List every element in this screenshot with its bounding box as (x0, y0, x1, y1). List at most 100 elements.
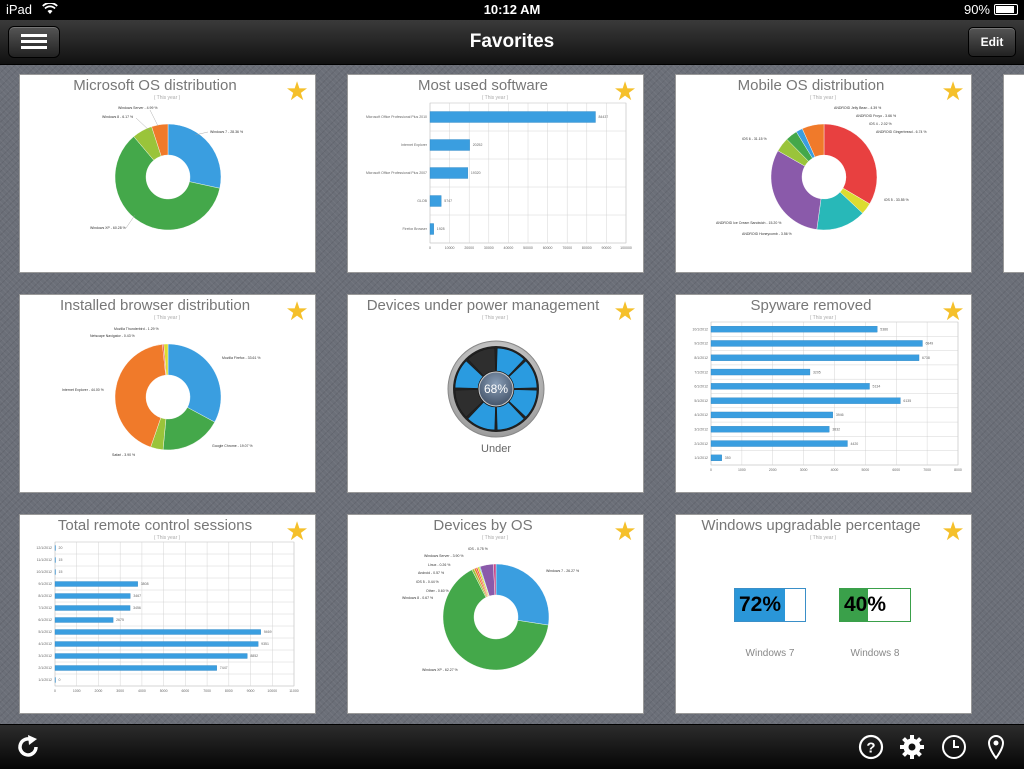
bar (54, 617, 114, 623)
category-label: 10/1/2012 (692, 327, 708, 331)
bar (710, 454, 722, 462)
refresh-icon[interactable] (14, 733, 42, 761)
bar (710, 440, 848, 447)
x-tick-label: 1000 (73, 689, 81, 693)
bar-value-label: 350 (725, 456, 731, 460)
card-most-used-software[interactable]: Most used software ( This year ) ★ 0 1000… (347, 74, 644, 273)
category-label: 5/1/2012 (38, 630, 52, 634)
card-microsoft-os[interactable]: Microsoft OS distribution ( This year ) … (19, 74, 316, 273)
bar-value-label: 20 (59, 546, 63, 550)
bar-value-label: 6135 (903, 399, 911, 403)
status-bar: iPad 10:12 AM 90% (0, 0, 1024, 20)
donut-slice (167, 343, 222, 423)
location-pin-icon[interactable] (982, 733, 1010, 761)
x-tick-label: 70000 (562, 246, 572, 250)
donut-label: Windows Server - 3.90 % (424, 554, 464, 558)
bar (710, 368, 811, 376)
bar-chart: 0 1000 2000 3000 4000 5000 6000 7000 8000 9000 100… (36, 541, 299, 693)
x-tick-label: 3000 (800, 468, 808, 472)
donut-label: ANDROID Jelly Bean - 4.39 % (834, 106, 881, 110)
category-label: 2/1/2012 (38, 666, 52, 670)
donut-chart: Windows 7 - 28.36 % Windows XP - 60.28 %… (90, 106, 243, 231)
bar (54, 557, 56, 563)
bar (54, 593, 131, 599)
category-label: 7/1/2012 (694, 370, 708, 374)
bar-value-label: 20252 (473, 143, 483, 147)
next-card-peek[interactable] (1003, 74, 1024, 273)
percent-box-windows-7: 72% (734, 588, 806, 622)
category-label: 2/1/2012 (694, 442, 708, 446)
bar (54, 545, 56, 551)
card-remote-sessions[interactable]: Total remote control sessions ( This yea… (19, 514, 316, 714)
x-tick-label: 3000 (116, 689, 124, 693)
bar (429, 111, 596, 123)
gauge-label: Under (481, 443, 511, 455)
x-tick-label: 11000 (289, 689, 299, 693)
donut-slice (495, 563, 550, 626)
donut-chart: Mozilla Firefox - 33.61 % Google Chrome … (62, 327, 261, 457)
page-title: Favorites (469, 31, 555, 52)
gear-icon[interactable] (898, 733, 926, 761)
star-icon[interactable]: ★ (941, 518, 965, 544)
clock-time: 10:12 AM (483, 2, 541, 17)
x-tick-label: 4000 (831, 468, 839, 472)
clock-icon[interactable] (940, 733, 968, 761)
donut-label: ANDROID Ice Cream Sandwich - 15.20 % (716, 221, 781, 225)
x-tick-label: 6000 (892, 468, 900, 472)
help-icon[interactable]: ? (857, 733, 885, 761)
x-tick-label: 7000 (203, 689, 211, 693)
category-label: 9/1/2012 (38, 582, 52, 586)
x-tick-label: 8000 (225, 689, 233, 693)
bar (54, 641, 259, 647)
x-tick-label: 0 (429, 246, 431, 250)
category-label: Microsoft Office Professional Plus 2010 (366, 115, 427, 119)
x-tick-label: 90000 (602, 246, 612, 250)
category-label: 8/1/2012 (694, 356, 708, 360)
percent-box-windows-8: 40% (839, 588, 911, 622)
bar (54, 581, 138, 587)
x-tick-label: 6000 (181, 689, 189, 693)
category-label: Microsoft Office Professional Plus 2007 (366, 171, 427, 175)
category-label: GLOB (417, 199, 427, 203)
bar-value-label: 3205 (813, 370, 821, 374)
bar-value-label: 84437 (598, 115, 608, 119)
donut-label: Windows XP - 62.27 % (422, 668, 458, 672)
bar-value-label: 15 (59, 570, 63, 574)
bar (429, 167, 469, 179)
donut-label: iOS - 0.75 % (468, 547, 488, 551)
donut-label: Safari - 3.90 % (112, 453, 135, 457)
bar-value-label: 1928 (437, 227, 445, 231)
card-power-management[interactable]: Devices under power management ( This ye… (347, 294, 644, 493)
category-label: 4/1/2012 (694, 413, 708, 417)
x-tick-label: 100000 (620, 246, 632, 250)
bar (54, 665, 217, 671)
card-windows-upgradable[interactable]: Windows upgradable percentage ( This yea… (675, 514, 972, 714)
category-label: Internet Explorer (401, 143, 428, 147)
bar-value-label: 5747 (444, 199, 452, 203)
card-mobile-os[interactable]: Mobile OS distribution ( This year ) ★ i… (675, 74, 972, 273)
bar-value-label: 3456 (133, 606, 141, 610)
donut-slice (823, 123, 878, 205)
card-devices-by-os[interactable]: Devices by OS ( This year ) ★ Windows 7 … (347, 514, 644, 714)
bar (54, 653, 248, 659)
bar (429, 195, 442, 207)
donut-chart: iOS 5 - 33.55 % ANDROID Honeycomb - 3.56… (716, 106, 927, 236)
card-browser-distribution[interactable]: Installed browser distribution ( This ye… (19, 294, 316, 493)
bar (429, 139, 470, 151)
x-tick-label: 10000 (267, 689, 277, 693)
x-tick-label: 40000 (504, 246, 514, 250)
battery-icon (994, 4, 1018, 15)
donut-label: Mozilla Thunderbird - 1.29 % (114, 327, 159, 331)
x-tick-label: 10000 (445, 246, 455, 250)
x-tick-label: 30000 (484, 246, 494, 250)
category-label: 3/1/2012 (694, 427, 708, 431)
x-tick-label: 60000 (543, 246, 553, 250)
percent-value: 72% (739, 593, 782, 616)
card-spyware-removed[interactable]: Spyware removed ( This year ) ★ 0 1000 200… (675, 294, 972, 493)
x-tick-label: 80000 (582, 246, 592, 250)
edit-button[interactable]: Edit (968, 27, 1016, 57)
donut-label: iOS 5 - 0.44 % (416, 580, 439, 584)
donut-label: Windows 7 - 26.27 % (546, 569, 579, 573)
bar-value-label: 9469 (264, 630, 272, 634)
x-tick-label: 7000 (923, 468, 931, 472)
